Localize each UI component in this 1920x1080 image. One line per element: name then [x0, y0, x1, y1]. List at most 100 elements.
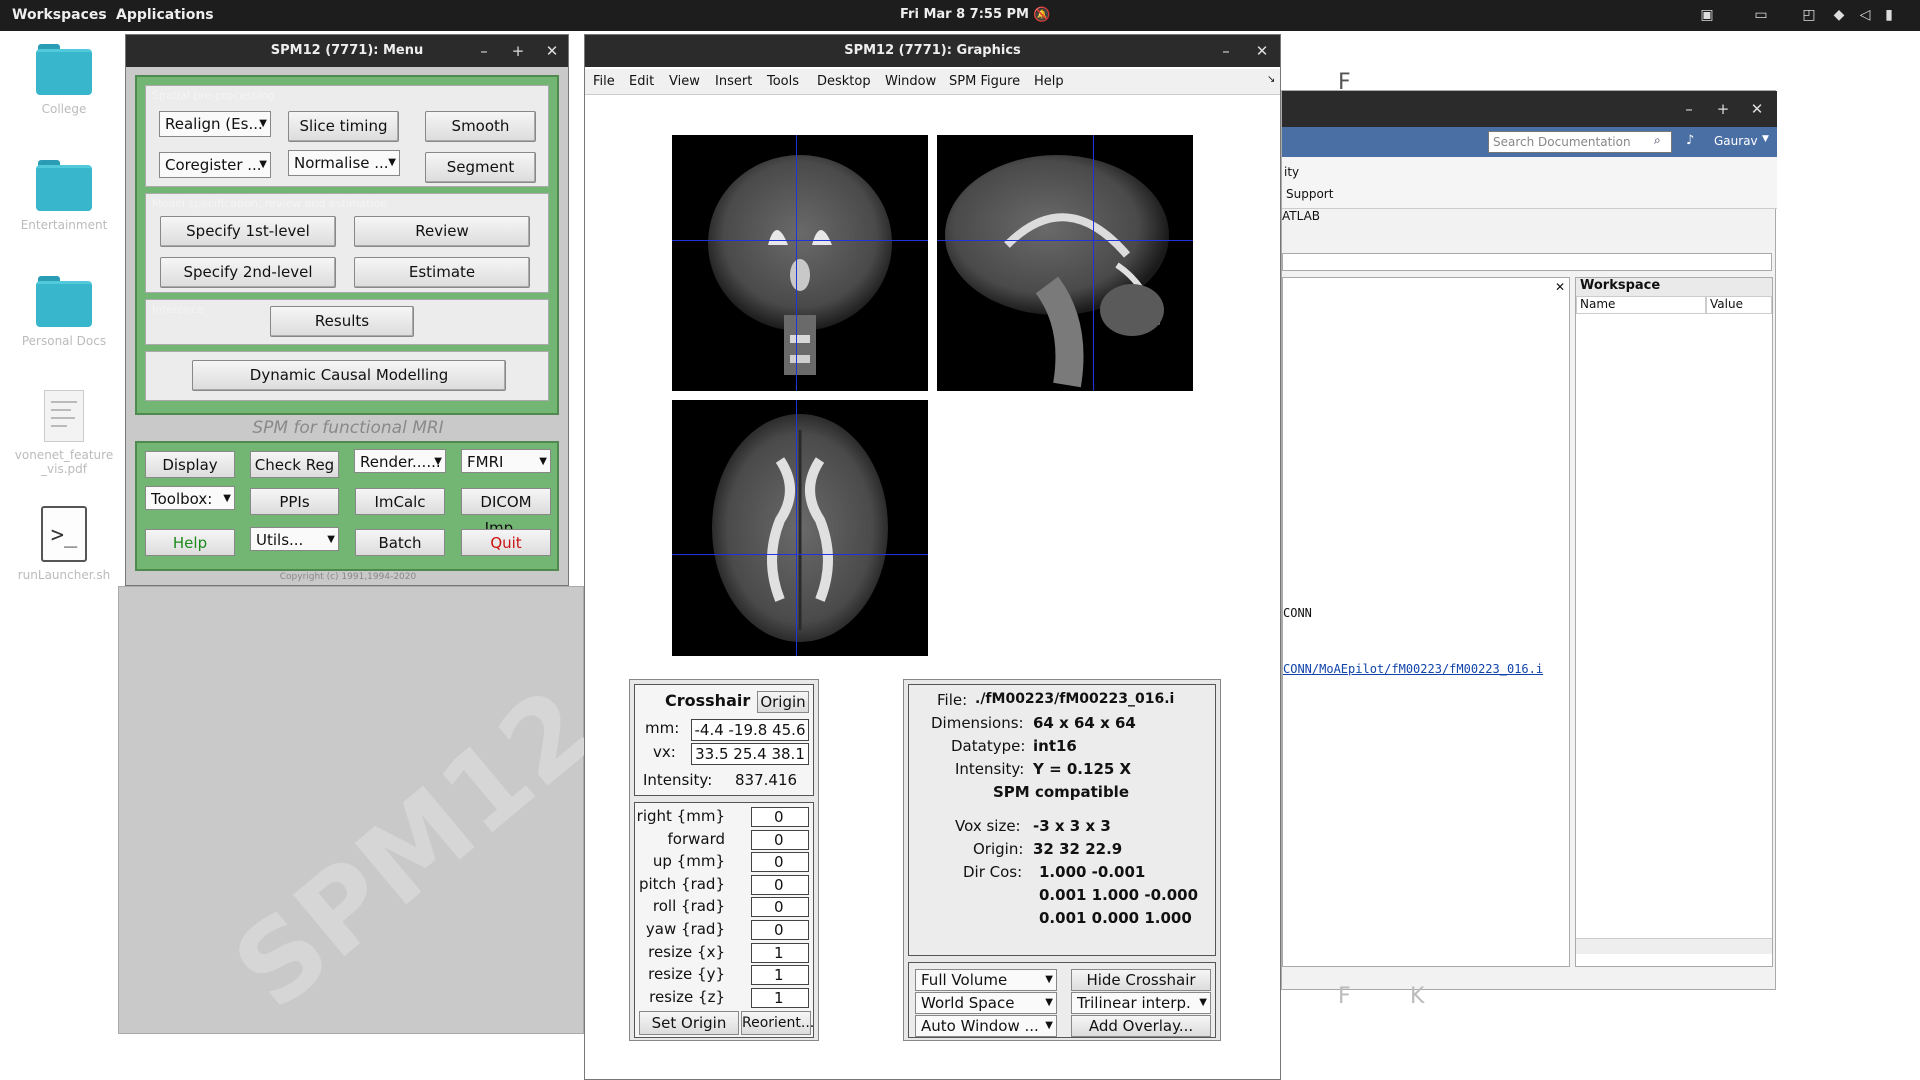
- display-button[interactable]: Display: [145, 451, 235, 478]
- coronal-slice-image[interactable]: [672, 135, 928, 391]
- clock[interactable]: Fri Mar 8 7:55 PM: [900, 7, 1029, 22]
- screen-icon[interactable]: ◰: [1800, 6, 1818, 24]
- maximize-icon[interactable]: +: [508, 35, 528, 67]
- menu-help[interactable]: Help: [1034, 74, 1064, 89]
- minimize-icon[interactable]: –: [474, 35, 494, 67]
- mm-coordinate-input[interactable]: -4.4 -19.8 45.6: [691, 719, 809, 741]
- hide-crosshair-button[interactable]: Hide Crosshair: [1071, 969, 1211, 991]
- minimize-icon[interactable]: –: [1216, 35, 1236, 67]
- check-reg-button[interactable]: Check Reg: [250, 451, 339, 478]
- reorient-param-input[interactable]: 0: [751, 874, 809, 895]
- intensity-scaling-value: Y = 0.125 X: [1033, 760, 1132, 778]
- dicom-import-button[interactable]: DICOM Imp...: [461, 488, 551, 537]
- display-icon[interactable]: ▣: [1698, 6, 1716, 24]
- add-overlay-button[interactable]: Add Overlay...: [1071, 1015, 1211, 1037]
- specify-2nd-level-button[interactable]: Specify 2nd-level: [160, 257, 336, 288]
- help-button[interactable]: Help: [145, 529, 235, 556]
- reorient-param-input[interactable]: 0: [751, 897, 809, 918]
- bell-icon[interactable]: ♪: [1686, 133, 1694, 148]
- menu-file[interactable]: File: [593, 74, 615, 89]
- estimate-button[interactable]: Estimate: [354, 257, 530, 288]
- reorient-param-input[interactable]: 1: [751, 942, 809, 963]
- ribbon-item[interactable]: Support: [1286, 187, 1333, 201]
- ppis-button[interactable]: PPIs: [250, 488, 339, 515]
- wifi-icon[interactable]: ◆: [1830, 6, 1848, 24]
- desktop-icon-label: vonenet_feature_vis.pdf: [14, 448, 114, 476]
- close-icon[interactable]: ✕: [542, 35, 562, 67]
- address-bar[interactable]: [1282, 253, 1772, 271]
- vx-coordinate-input[interactable]: 33.5 25.4 38.1: [691, 743, 809, 765]
- normalise-select[interactable]: Normalise ... ▼: [288, 150, 400, 176]
- utils-select[interactable]: Utils... ▼: [250, 527, 339, 551]
- volume-icon[interactable]: ◁: [1856, 6, 1874, 24]
- auto-window-select[interactable]: Auto Window ... ▼: [915, 1015, 1057, 1037]
- close-icon[interactable]: ✕: [1252, 35, 1272, 67]
- desktop-file-pdf[interactable]: vonenet_feature_vis.pdf: [14, 390, 114, 476]
- smooth-button[interactable]: Smooth: [425, 111, 536, 142]
- menu-window[interactable]: Window: [885, 74, 936, 89]
- maximize-icon[interactable]: +: [1713, 93, 1733, 125]
- menu-insert[interactable]: Insert: [715, 74, 752, 89]
- toolbox-select[interactable]: Toolbox: ▼: [145, 486, 235, 510]
- search-documentation-input[interactable]: Search Documentation: [1488, 131, 1672, 153]
- reorient-param-input[interactable]: 0: [751, 829, 809, 850]
- specify-1st-level-button[interactable]: Specify 1st-level: [160, 216, 336, 247]
- set-origin-button[interactable]: Set Origin: [639, 1011, 739, 1035]
- ribbon-item[interactable]: ATLAB: [1282, 209, 1320, 223]
- applications-menu[interactable]: Applications: [116, 7, 214, 23]
- modality-select[interactable]: FMRI ▼: [461, 449, 551, 473]
- axial-slice-image[interactable]: [672, 400, 928, 656]
- reorient-param-input[interactable]: 0: [751, 920, 809, 940]
- desktop-folder-entertainment[interactable]: Entertainment: [14, 158, 114, 232]
- ribbon-item[interactable]: ity: [1284, 165, 1299, 179]
- spm-menu-titlebar[interactable]: SPM12 (7771): Menu – + ✕: [126, 35, 568, 67]
- review-button[interactable]: Review: [354, 216, 530, 247]
- column-header-value[interactable]: Value: [1706, 296, 1772, 314]
- segment-button[interactable]: Segment: [425, 152, 536, 183]
- render-select[interactable]: Render...... ▼: [354, 449, 446, 473]
- desktop-folder-college[interactable]: College: [14, 42, 114, 116]
- column-header-name[interactable]: Name: [1576, 296, 1706, 314]
- reorient-param-input[interactable]: 1: [751, 987, 809, 1008]
- realign-select[interactable]: Realign (Es... ▼: [159, 111, 271, 137]
- workspace-scrollbar[interactable]: [1576, 938, 1772, 954]
- workspaces-menu[interactable]: Workspaces: [12, 7, 107, 23]
- desktop-file-script[interactable]: >_ runLauncher.sh: [14, 506, 114, 582]
- batch-button[interactable]: Batch: [355, 529, 445, 556]
- reorient-param-input[interactable]: 0: [751, 852, 809, 873]
- imcalc-button[interactable]: ImCalc: [355, 488, 445, 515]
- coregister-select[interactable]: Coregister ... ▼: [159, 152, 271, 178]
- command-window[interactable]: ✕ CONN CONN/MoAEpilot/fM00223/fM00223_01…: [1282, 277, 1570, 967]
- quit-button[interactable]: Quit: [461, 529, 551, 556]
- reorient-param-input[interactable]: 1: [751, 965, 809, 986]
- undock-icon[interactable]: ↘: [1267, 74, 1275, 85]
- battery-icon[interactable]: ▮: [1880, 6, 1898, 24]
- menu-edit[interactable]: Edit: [629, 74, 654, 89]
- sagittal-slice-image[interactable]: [937, 135, 1193, 391]
- menu-view[interactable]: View: [669, 74, 700, 89]
- slice-timing-button[interactable]: Slice timing: [288, 111, 399, 142]
- command-output-link[interactable]: CONN/MoAEpilot/fM00223/fM00223_016.i: [1283, 662, 1543, 676]
- close-icon[interactable]: ✕: [1555, 280, 1565, 294]
- crosshair-title: Crosshair: [665, 691, 751, 710]
- full-volume-select[interactable]: Full Volume ▼: [915, 969, 1057, 991]
- search-icon[interactable]: ⌕: [1654, 133, 1661, 148]
- origin-button[interactable]: Origin: [757, 691, 809, 713]
- reorient-button[interactable]: Reorient...: [741, 1011, 814, 1035]
- matlab-titlebar[interactable]: – + ✕: [1282, 91, 1777, 127]
- world-space-select[interactable]: World Space ▼: [915, 992, 1057, 1014]
- close-icon[interactable]: ✕: [1747, 93, 1767, 125]
- menu-desktop[interactable]: Desktop: [817, 74, 871, 89]
- dynamic-causal-modelling-button[interactable]: Dynamic Causal Modelling: [192, 360, 506, 391]
- menu-spm-figure[interactable]: SPM Figure: [949, 74, 1020, 89]
- desktop-folder-personal-docs[interactable]: Personal Docs: [14, 274, 114, 348]
- menu-tools[interactable]: Tools: [767, 74, 799, 89]
- spm-graphics-titlebar[interactable]: SPM12 (7771): Graphics – ✕: [585, 35, 1280, 67]
- reorient-param-input[interactable]: 0: [751, 807, 809, 827]
- notifications-off-icon[interactable]: 🔕: [1033, 6, 1051, 24]
- user-menu[interactable]: Gaurav: [1714, 134, 1758, 148]
- clipboard-icon[interactable]: ▭: [1752, 6, 1770, 24]
- minimize-icon[interactable]: –: [1679, 93, 1699, 125]
- interpolation-select[interactable]: Trilinear interp. ▼: [1071, 992, 1211, 1014]
- results-button[interactable]: Results: [270, 306, 414, 337]
